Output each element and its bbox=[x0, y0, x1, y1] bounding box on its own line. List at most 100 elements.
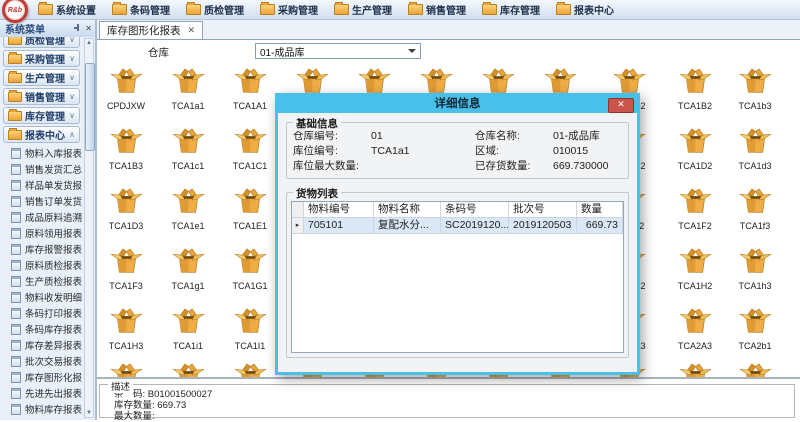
sidebar-item-report[interactable]: 条码打印报表 bbox=[0, 305, 82, 321]
storage-bin[interactable] bbox=[160, 363, 216, 377]
scroll-down-icon[interactable]: ▼ bbox=[85, 409, 93, 417]
sidebar-item-report[interactable]: 库存差异报表 bbox=[0, 337, 82, 353]
menubar-item[interactable]: 条码管理 bbox=[112, 2, 170, 17]
storage-bin[interactable]: TCA1b3 bbox=[727, 68, 783, 111]
field-label: 区域: bbox=[475, 144, 553, 159]
sidebar-item-report[interactable]: 原料质检报表 bbox=[0, 257, 82, 273]
tab-close-icon[interactable]: ✕ bbox=[188, 25, 196, 36]
box-icon bbox=[234, 363, 267, 377]
storage-bin[interactable]: TCA1D3 bbox=[98, 188, 154, 231]
storage-bin[interactable]: TCA1B3 bbox=[98, 128, 154, 171]
chevron-down-icon: ∨ bbox=[69, 111, 75, 120]
column-header[interactable]: 物料编号 bbox=[304, 202, 374, 217]
description-legend: 描述 bbox=[108, 379, 133, 393]
sidebar-group[interactable]: 采购管理 ∨ bbox=[3, 50, 80, 67]
sidebar-item-report[interactable]: 销售发货汇总... bbox=[0, 161, 82, 177]
sidebar-item-report[interactable]: 原料领用报表 bbox=[0, 225, 82, 241]
column-header[interactable]: 条码号 bbox=[441, 202, 509, 217]
sidebar-item-report[interactable]: 批次交易报表 bbox=[0, 353, 82, 369]
goods-table-row[interactable]: ▸ 705101 复配水分... SC2019120... 2019120503… bbox=[292, 218, 623, 234]
sidebar-group[interactable]: 生产管理 ∨ bbox=[3, 69, 80, 86]
box-icon bbox=[234, 68, 267, 100]
storage-bin[interactable] bbox=[222, 363, 278, 377]
storage-bin-label: TCA2b1 bbox=[738, 341, 771, 351]
storage-bin[interactable]: TCA1i1 bbox=[160, 308, 216, 351]
sidebar-item-report[interactable]: 成品原料追溯... bbox=[0, 209, 82, 225]
scroll-up-icon[interactable]: ▲ bbox=[85, 39, 93, 47]
storage-bin-label: TCA1f3 bbox=[740, 221, 771, 231]
sidebar-item-label: 原料质检报表 bbox=[25, 258, 82, 272]
sidebar-group-partial[interactable]: 质检管理 ∨ bbox=[3, 37, 80, 48]
warehouse-label: 仓库 bbox=[148, 45, 169, 60]
storage-bin[interactable] bbox=[98, 363, 154, 377]
storage-bin[interactable]: TCA1a1 bbox=[160, 68, 216, 111]
storage-bin[interactable]: CPDJXW bbox=[98, 68, 154, 111]
sidebar-group-reports[interactable]: 报表中心 ∧ bbox=[3, 126, 80, 143]
menubar-item[interactable]: 库存管理 bbox=[482, 2, 540, 17]
sidebar-item-report[interactable]: 生产质检报表 bbox=[0, 273, 82, 289]
storage-bin[interactable]: TCA1F2 bbox=[667, 188, 723, 231]
storage-bin[interactable] bbox=[727, 363, 783, 377]
sidebar-item-report[interactable]: 物料入库报表 bbox=[0, 145, 82, 161]
column-header[interactable]: 物料名称 bbox=[374, 202, 441, 217]
sidebar-item-report[interactable]: 库存报警报表 bbox=[0, 241, 82, 257]
filter-toolbar: 仓库 01-成品库 bbox=[97, 40, 800, 63]
warehouse-select[interactable]: 01-成品库 bbox=[255, 43, 421, 59]
folder-icon bbox=[8, 130, 22, 140]
storage-bin[interactable]: TCA1B2 bbox=[667, 68, 723, 111]
menubar-item[interactable]: 系统设置 bbox=[38, 2, 96, 17]
storage-bin[interactable]: TCA1d3 bbox=[727, 128, 783, 171]
storage-bin[interactable]: TCA1D2 bbox=[667, 128, 723, 171]
storage-bin[interactable]: TCA1I1 bbox=[222, 308, 278, 351]
box-icon bbox=[234, 308, 267, 340]
basic-info-group: 基础信息 仓库编号:01 仓库名称:01-成品库 库位编号:TCA1a1 区域:… bbox=[286, 122, 629, 179]
storage-bin[interactable] bbox=[667, 363, 723, 377]
storage-bin[interactable]: TCA1H2 bbox=[667, 248, 723, 291]
storage-bin[interactable]: TCA1f3 bbox=[727, 188, 783, 231]
storage-bin[interactable]: TCA1e1 bbox=[160, 188, 216, 231]
menubar-item[interactable]: 质检管理 bbox=[186, 2, 244, 17]
sidebar-group-label: 生产管理 bbox=[25, 70, 65, 85]
folder-icon bbox=[8, 37, 22, 45]
storage-bin[interactable]: TCA1F3 bbox=[98, 248, 154, 291]
menubar-item[interactable]: 生产管理 bbox=[334, 2, 392, 17]
sidebar-item-report[interactable]: 样品单发货报表 bbox=[0, 177, 82, 193]
cell-material-code: 705101 bbox=[304, 218, 374, 233]
close-icon[interactable]: ✕ bbox=[85, 24, 92, 33]
pin-icon[interactable] bbox=[73, 23, 82, 35]
column-header[interactable]: 批次号 bbox=[509, 202, 577, 217]
description-line: 条 码: B01001500027 bbox=[100, 389, 794, 400]
storage-bin[interactable]: TCA1E1 bbox=[222, 188, 278, 231]
row-marker-gutter bbox=[292, 202, 304, 217]
menubar-item[interactable]: 销售管理 bbox=[408, 2, 466, 17]
box-icon bbox=[110, 308, 143, 340]
report-icon bbox=[11, 276, 21, 287]
column-header[interactable]: 数量 bbox=[577, 202, 623, 217]
storage-bin[interactable]: TCA1C1 bbox=[222, 128, 278, 171]
sidebar-item-report[interactable]: 销售订单发货... bbox=[0, 193, 82, 209]
storage-bin[interactable]: TCA1g1 bbox=[160, 248, 216, 291]
sidebar-item-report[interactable]: 库存图形化报表 bbox=[0, 369, 82, 385]
tab-inventory-graphic-report[interactable]: 库存图形化报表 ✕ bbox=[99, 21, 203, 39]
report-icon bbox=[11, 308, 21, 319]
sidebar-scrollbar[interactable]: ▲ ▼ bbox=[84, 38, 94, 418]
storage-bin[interactable]: TCA1A1 bbox=[222, 68, 278, 111]
menubar-item[interactable]: 采购管理 bbox=[260, 2, 318, 17]
scrollbar-thumb[interactable] bbox=[85, 63, 95, 151]
storage-bin[interactable]: TCA2A3 bbox=[667, 308, 723, 351]
sidebar-group[interactable]: 库存管理 ∨ bbox=[3, 107, 80, 124]
storage-bin[interactable]: TCA1c1 bbox=[160, 128, 216, 171]
storage-bin[interactable]: TCA1h3 bbox=[727, 248, 783, 291]
menubar-item-label: 系统设置 bbox=[56, 2, 96, 17]
menubar-item[interactable]: 报表中心 bbox=[556, 2, 614, 17]
sidebar-group-label: 质检管理 bbox=[25, 37, 65, 47]
sidebar-item-report[interactable]: 物料库存报表 bbox=[0, 401, 82, 417]
sidebar-item-report[interactable]: 物料收发明细... bbox=[0, 289, 82, 305]
storage-bin[interactable]: TCA2b1 bbox=[727, 308, 783, 351]
sidebar-item-report[interactable]: 条码库存报表 bbox=[0, 321, 82, 337]
sidebar-group[interactable]: 销售管理 ∨ bbox=[3, 88, 80, 105]
dialog-close-button[interactable]: ✕ bbox=[608, 98, 634, 113]
sidebar-item-report[interactable]: 先进先出报表 bbox=[0, 385, 82, 401]
storage-bin[interactable]: TCA1H3 bbox=[98, 308, 154, 351]
storage-bin[interactable]: TCA1G1 bbox=[222, 248, 278, 291]
